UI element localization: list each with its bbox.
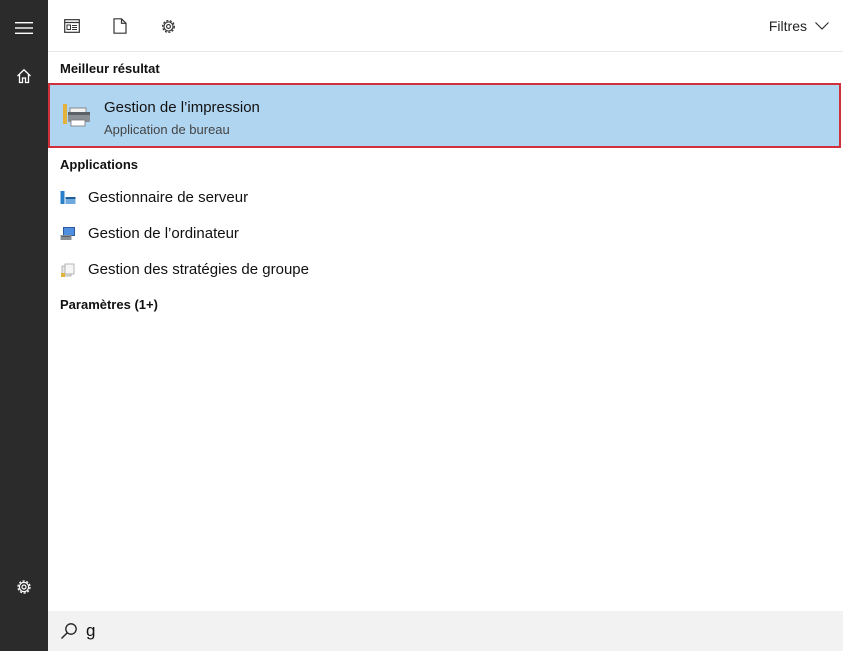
printer-management-icon [63, 104, 90, 127]
group-policy-label: Gestion des stratégies de groupe [88, 261, 309, 278]
search-icon [61, 623, 77, 639]
apps-window-icon [64, 19, 80, 33]
tab-apps[interactable] [48, 4, 96, 48]
left-rail [0, 0, 48, 651]
server-manager-label: Gestionnaire de serveur [88, 189, 249, 206]
home-button[interactable] [0, 52, 48, 100]
filters-label: Filtres [768, 18, 807, 34]
chevron-down-icon [815, 22, 829, 30]
settings-section-header[interactable]: Paramètres (1+) [60, 297, 158, 312]
list-item-server-manager[interactable]: Gestionnaire de serveur [48, 180, 843, 216]
settings-gear-icon [161, 19, 175, 33]
tab-settings[interactable] [144, 4, 192, 48]
tab-documents[interactable] [96, 4, 144, 48]
filters-dropdown[interactable]: Filtres [769, 0, 829, 52]
computer-management-label: Gestion de l’ordinateur [88, 225, 239, 242]
best-result-subtitle: Application de bureau [104, 122, 230, 137]
search-input[interactable] [86, 617, 826, 645]
hamburger-menu-icon [15, 22, 33, 34]
applications-header: Applications [60, 157, 139, 172]
best-result-header: Meilleur résultat [60, 61, 160, 76]
server-manager-icon [60, 191, 76, 204]
best-result-item[interactable]: Gestion de l’impression Application de b… [48, 83, 841, 148]
settings-button[interactable] [0, 563, 48, 611]
list-item-computer-management[interactable]: Gestion de l’ordinateur [48, 216, 843, 252]
search-scope-toolbar: Filtres [48, 0, 843, 52]
hamburger-menu-button[interactable] [0, 4, 48, 52]
list-item-group-policy[interactable]: Gestion des stratégies de groupe [48, 252, 843, 288]
home-icon [17, 68, 31, 84]
gear-icon [17, 580, 31, 594]
group-policy-icon [61, 263, 75, 277]
computer-management-icon [60, 227, 75, 240]
best-result-title: Gestion de l’impression [104, 99, 260, 116]
search-bar [48, 611, 843, 651]
document-icon [113, 18, 127, 34]
search-results-panel: Filtres Meilleur résultat Gestion de l’i… [48, 0, 843, 651]
